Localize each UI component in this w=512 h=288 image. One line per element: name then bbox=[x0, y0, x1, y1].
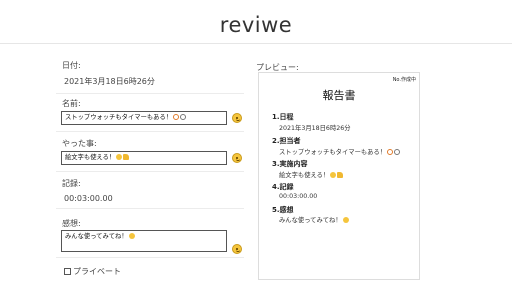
section-value: 絵文字も使える！ bbox=[279, 170, 344, 179]
section-heading: 2.担当者 bbox=[272, 137, 301, 145]
impression-text: みんな使ってみてね！ bbox=[65, 233, 128, 240]
section-heading: 4.記録 bbox=[272, 183, 294, 191]
smiling-face-icon bbox=[128, 233, 135, 239]
smiley-face-icon bbox=[235, 159, 240, 162]
alarm-clock-icon bbox=[173, 114, 180, 120]
grinning-face-icon bbox=[116, 154, 123, 160]
preview-card: No.作成中 報告書 1.日程 2021年3月18日6時26分 2.担当者 スト… bbox=[258, 72, 420, 280]
thumbs-up-icon bbox=[123, 154, 130, 160]
thumbs-up-icon bbox=[337, 172, 344, 178]
report-title: 報告書 bbox=[322, 89, 356, 102]
section-heading: 3.実施内容 bbox=[272, 160, 308, 168]
app-header: reviwe bbox=[0, 0, 512, 44]
section-heading: 1.日程 bbox=[272, 113, 294, 121]
smiley-face-icon bbox=[235, 119, 240, 122]
impression-textarea[interactable]: みんな使ってみてね！ bbox=[61, 230, 227, 252]
divider bbox=[56, 131, 244, 132]
name-emoji-button[interactable] bbox=[232, 113, 242, 123]
date-label: 日付: bbox=[62, 61, 81, 70]
done-label: やった事: bbox=[62, 139, 97, 148]
section-heading: 5.感想 bbox=[272, 206, 294, 214]
done-input-text: 絵文字も使える！ bbox=[65, 154, 116, 161]
done-emoji-button[interactable] bbox=[232, 153, 242, 163]
smiling-face-icon bbox=[342, 217, 349, 223]
section-value: 00:03:00.00 bbox=[279, 193, 318, 200]
stopwatch-icon bbox=[180, 114, 187, 120]
app-title: reviwe bbox=[219, 13, 293, 37]
name-input[interactable]: ストップウォッチもタイマーもある！ bbox=[61, 111, 227, 125]
grinning-face-icon bbox=[330, 172, 337, 178]
section-value: みんな使ってみてね！ bbox=[279, 215, 349, 224]
private-checkbox[interactable] bbox=[64, 268, 71, 275]
private-label: プライベート bbox=[73, 267, 121, 276]
section-value-text: みんな使ってみてね！ bbox=[279, 217, 342, 224]
document-status: No.作成中 bbox=[392, 77, 416, 83]
section-value: 2021年3月18日6時26分 bbox=[279, 125, 351, 132]
name-label: 名前: bbox=[62, 99, 81, 108]
date-value: 2021年3月18日6時26分 bbox=[64, 77, 155, 86]
divider bbox=[56, 257, 244, 258]
section-value: ストップウォッチもタイマーもある！ bbox=[279, 147, 401, 156]
impression-label: 感想: bbox=[62, 219, 81, 228]
done-input[interactable]: 絵文字も使える！ bbox=[61, 151, 227, 165]
alarm-clock-icon bbox=[387, 149, 394, 155]
record-label: 記録: bbox=[62, 179, 81, 188]
divider bbox=[56, 171, 244, 172]
divider bbox=[56, 208, 244, 209]
smiley-face-icon bbox=[235, 250, 240, 253]
section-value-text: ストップウォッチもタイマーもある！ bbox=[279, 149, 387, 156]
stopwatch-icon bbox=[394, 149, 401, 155]
divider bbox=[56, 93, 244, 94]
name-input-text: ストップウォッチもタイマーもある！ bbox=[65, 114, 173, 121]
impression-emoji-button[interactable] bbox=[232, 244, 242, 254]
record-value: 00:03:00.00 bbox=[64, 194, 113, 203]
section-value-text: 絵文字も使える！ bbox=[279, 172, 330, 179]
